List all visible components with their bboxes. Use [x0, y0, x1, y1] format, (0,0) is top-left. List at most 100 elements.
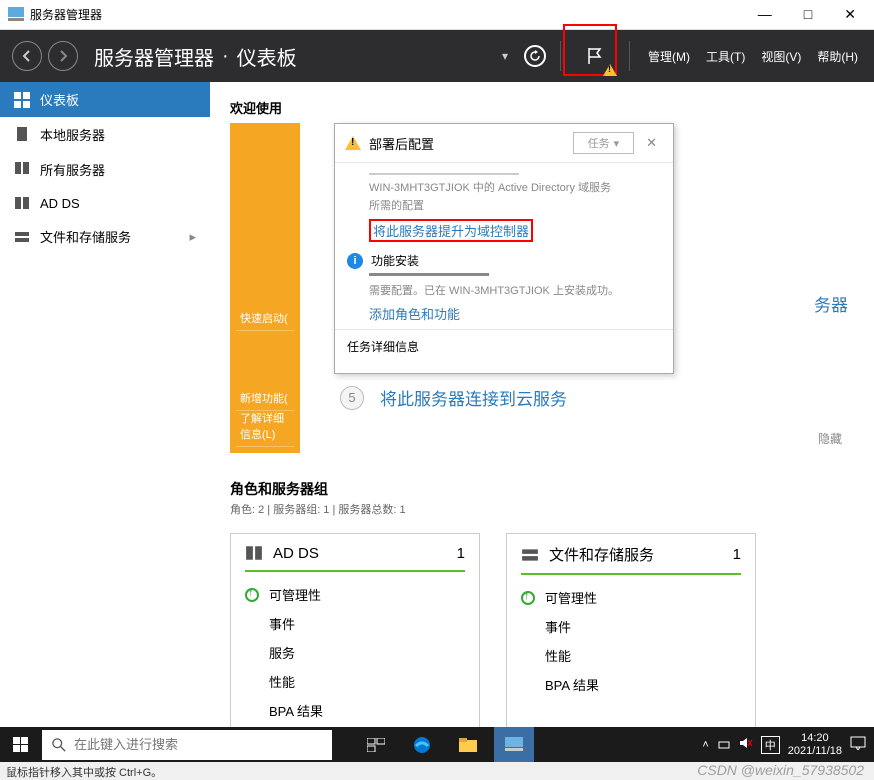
windows-taskbar: ˄ 中 14:20 2021/11/18 — [0, 727, 874, 762]
back-button[interactable] — [12, 41, 42, 71]
role-row-label: 可管理性 — [269, 585, 321, 604]
notif-tasks-label: 任务 — [588, 135, 610, 151]
add-roles-link[interactable]: 添加角色和功能 — [369, 304, 661, 323]
sidebar-item-adds[interactable]: AD DS — [0, 187, 210, 219]
maximize-button[interactable]: □ — [794, 6, 822, 23]
role-row[interactable]: 性能 — [245, 667, 465, 696]
up-arrow-icon — [521, 591, 535, 605]
forward-button[interactable] — [48, 41, 78, 71]
sidebar-item-label: 所有服务器 — [40, 160, 105, 179]
server-icon — [14, 127, 30, 143]
roles-subtitle: 角色: 2 | 服务器组: 1 | 服务器总数: 1 — [230, 501, 854, 517]
divider — [629, 41, 630, 71]
close-button[interactable]: ✕ — [834, 6, 866, 23]
warning-triangle-icon — [345, 136, 361, 150]
ime-indicator[interactable]: 中 — [761, 736, 780, 754]
tray-chevron-up-icon[interactable]: ˄ — [702, 739, 708, 751]
role-row[interactable]: 可管理性 — [245, 580, 465, 609]
clock-date: 2021/11/18 — [788, 745, 842, 757]
role-row[interactable]: 可管理性 — [521, 583, 741, 612]
start-button[interactable] — [0, 727, 42, 762]
role-row-label: 性能 — [545, 646, 571, 665]
window-title: 服务器管理器 — [30, 6, 748, 23]
role-row-label: 可管理性 — [545, 588, 597, 607]
roles-title: 角色和服务器组 — [230, 479, 854, 499]
refresh-button[interactable] — [524, 45, 546, 67]
task-details-link[interactable]: 任务详细信息 — [335, 329, 673, 363]
role-row[interactable]: 事件 — [521, 612, 741, 641]
header-dropdown-icon[interactable]: ▾ — [498, 49, 512, 63]
task-view-button[interactable] — [356, 727, 396, 762]
sidebar-item-local-server[interactable]: 本地服务器 — [0, 117, 210, 152]
role-separator — [521, 573, 741, 575]
file-explorer-icon[interactable] — [448, 727, 488, 762]
menu-tools[interactable]: 工具(T) — [702, 48, 749, 65]
clock-time: 14:20 — [788, 732, 842, 744]
status-bar: 鼠标指针移入其中或按 Ctrl+G。 CSDN @weixin_57938502 — [0, 762, 874, 780]
edge-icon[interactable] — [402, 727, 442, 762]
server-manager-taskbar-icon[interactable] — [494, 727, 534, 762]
quick-start-label[interactable]: 快速启动( — [236, 241, 294, 331]
notif-title: 部署后配置 — [369, 134, 573, 153]
chevron-down-icon: ▾ — [614, 137, 620, 150]
sidebar-item-label: 文件和存储服务 — [40, 227, 131, 246]
menu-manage[interactable]: 管理(M) — [644, 48, 694, 65]
welcome-heading: 欢迎使用 — [230, 101, 282, 116]
storage-icon — [14, 229, 30, 245]
notif-line1: WIN-3MHT3GTJIOK 中的 Active Directory 域服务 — [369, 179, 661, 195]
orange-sidebar: 快速启动( 新增功能( 了解详细信息(L) — [230, 123, 300, 453]
adds-icon — [245, 544, 263, 562]
search-input[interactable] — [74, 737, 322, 752]
role-row[interactable]: 事件 — [245, 609, 465, 638]
hide-link[interactable]: 隐藏 — [300, 424, 854, 453]
storage-icon — [521, 546, 539, 564]
watermark: CSDN @weixin_57938502 — [697, 762, 864, 778]
role-card-count: 1 — [733, 546, 741, 563]
action-center-icon[interactable] — [850, 736, 866, 753]
content-area: 欢迎使用 快速启动( 新增功能( 了解详细信息(L) 部署后配置 任务 ▾ — [210, 82, 874, 727]
role-row[interactable]: BPA 结果 — [245, 696, 465, 725]
learn-more-label[interactable]: 了解详细信息(L) — [236, 411, 294, 447]
system-tray: ˄ 中 14:20 2021/11/18 — [702, 732, 874, 756]
status-text: 鼠标指针移入其中或按 Ctrl+G。 — [6, 767, 162, 779]
menu-help[interactable]: 帮助(H) — [813, 48, 862, 65]
taskbar-clock[interactable]: 14:20 2021/11/18 — [788, 732, 842, 756]
role-row[interactable]: 性能 — [521, 641, 741, 670]
promote-dc-link[interactable]: 将此服务器提升为域控制器 — [369, 219, 661, 242]
sidebar-item-file-storage[interactable]: 文件和存储服务 ▸ — [0, 219, 210, 254]
notifications-flag-button[interactable] — [575, 36, 615, 76]
notif-line2: 所需的配置 — [369, 197, 661, 213]
step-connect-cloud[interactable]: 5 将此服务器连接到云服务 — [340, 385, 854, 410]
warning-badge-icon — [603, 64, 617, 76]
role-row-label: 性能 — [269, 672, 295, 691]
menu-view[interactable]: 视图(V) — [757, 48, 805, 65]
info-icon: i — [347, 253, 363, 269]
highlight-box-promote: 将此服务器提升为域控制器 — [369, 219, 533, 242]
sidebar-item-label: 本地服务器 — [40, 125, 105, 144]
breadcrumb-page: 仪表板 — [237, 42, 297, 71]
window-titlebar: 服务器管理器 — □ ✕ — [0, 0, 874, 30]
role-row-label: 服务 — [269, 643, 295, 662]
progress-bar — [369, 173, 519, 175]
role-row[interactable]: 服务 — [245, 638, 465, 667]
role-row-label: 事件 — [545, 617, 571, 636]
role-card-storage[interactable]: 文件和存储服务 1 可管理性 事件 性能 BPA 结果 — [506, 533, 756, 727]
divider — [560, 41, 561, 71]
progress-bar — [369, 273, 489, 276]
notif-tasks-button[interactable]: 任务 ▾ — [573, 132, 635, 154]
sidebar-item-all-servers[interactable]: 所有服务器 — [0, 152, 210, 187]
volume-mute-icon[interactable] — [739, 736, 753, 753]
whats-new-label[interactable]: 新增功能( — [236, 331, 294, 411]
server-manager-app-icon — [8, 7, 24, 23]
main-area: 仪表板 本地服务器 所有服务器 AD DS 文件和存储服务 ▸ 欢迎使用 快速启… — [0, 82, 874, 727]
notif-close-button[interactable]: ✕ — [640, 135, 663, 151]
network-icon[interactable] — [717, 736, 731, 753]
notifications-panel: 部署后配置 任务 ▾ ✕ WIN-3MHT3GTJIOK 中的 Active D… — [334, 123, 674, 374]
app-header: 服务器管理器 · 仪表板 ▾ 管理(M) 工具(T) 视图(V) 帮助(H) — [0, 30, 874, 82]
minimize-button[interactable]: — — [748, 6, 782, 23]
role-card-title: AD DS — [273, 545, 447, 562]
taskbar-search[interactable] — [42, 730, 332, 760]
sidebar-item-dashboard[interactable]: 仪表板 — [0, 82, 210, 117]
role-card-adds[interactable]: AD DS 1 可管理性 事件 服务 性能 BPA 结果 — [230, 533, 480, 727]
role-row[interactable]: BPA 结果 — [521, 670, 741, 699]
